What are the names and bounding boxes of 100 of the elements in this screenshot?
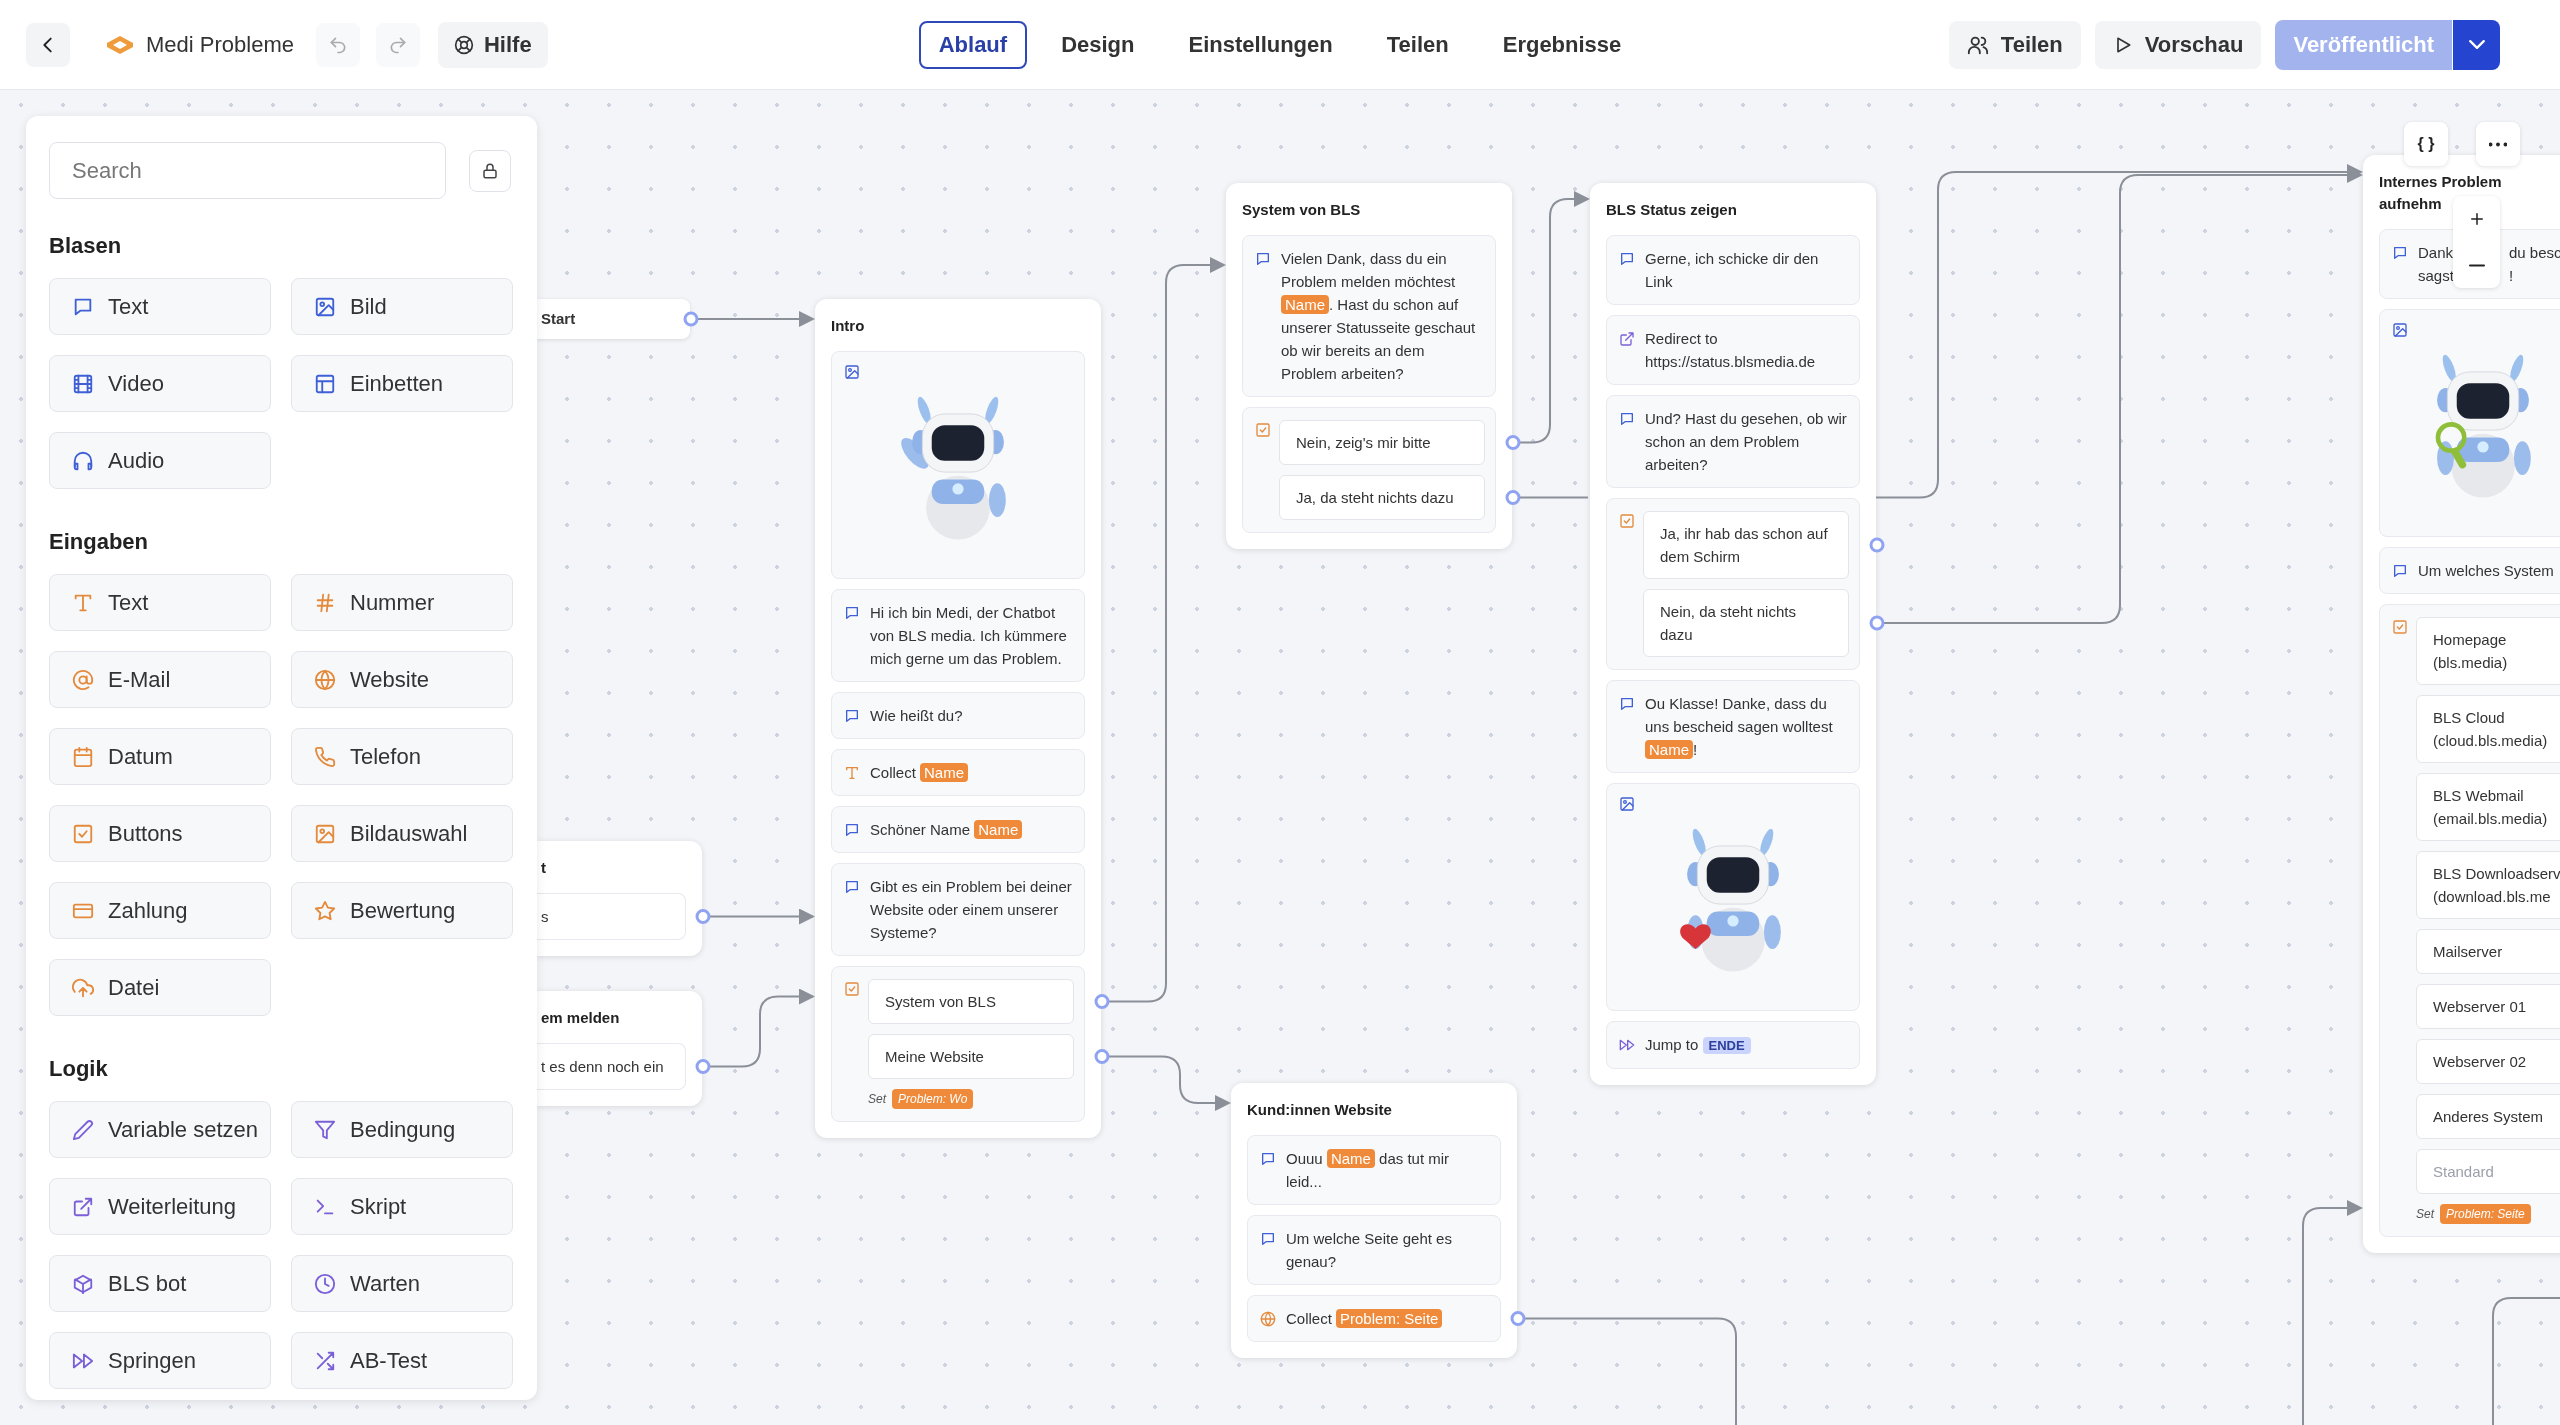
block-item[interactable]: Warten (291, 1255, 513, 1312)
message-block[interactable]: Um welche Seite geht es genau? (1247, 1215, 1501, 1285)
choice-item[interactable]: Ja, ihr hab das schon auf dem Schirm (1643, 511, 1849, 579)
choice-item[interactable]: Nein, zeig's mir bitte (1279, 420, 1485, 465)
message-block[interactable]: Gibt es ein Problem bei deiner Website oder einem unserer Systeme? (831, 863, 1085, 956)
message-block[interactable]: Gerne, ich schicke dir den Link (1606, 235, 1860, 305)
help-button[interactable]: Hilfe (437, 21, 548, 68)
block-item[interactable]: Bildauswahl (291, 805, 513, 862)
headphones-icon (72, 449, 94, 472)
block-item[interactable]: Telefon (291, 728, 513, 785)
message-block[interactable]: Vielen Dank, dass du ein Problem melden möchtest Name . Hast du schon auf unserer Statusseite geschaut ob wir bereits an dem Problem arbeiten? (1242, 235, 1496, 397)
choice-item[interactable]: BLS Downloadserv (download.bls.me (2416, 851, 2560, 919)
buttons-block[interactable]: Homepage (bls.media) BLS Cloud (cloud.bls.media) BLS Webmail (email.bls.media) BLS Downloadserv (download.bls.me Mailserver Webserver 01 Webserver 02 Anderes System Standard Set Problem: Seite (2379, 604, 2560, 1237)
image-block[interactable] (831, 351, 1085, 579)
variables-button[interactable]: { } (2404, 122, 2448, 166)
redo-button[interactable] (375, 22, 420, 67)
clock-icon (314, 1272, 336, 1295)
tab[interactable]: Ergebnisse (1482, 20, 1642, 69)
publish-menu-button[interactable] (2452, 19, 2500, 70)
chevron-down-icon (2468, 40, 2485, 49)
start-node[interactable]: Start (537, 299, 690, 339)
group-node[interactable]: Kund:innen Website Ouuu Name das tut mir leid... Um welche Seite geht es genau? Collect Problem: Seite (1231, 1083, 1517, 1358)
image-block[interactable] (2379, 309, 2560, 537)
block-item[interactable]: Skript (291, 1178, 513, 1235)
lock-button[interactable] (469, 149, 511, 192)
choice-item[interactable]: Meine Website (868, 1034, 1074, 1079)
message-block[interactable]: Hi ich bin Medi, der Chatbot von BLS media. Ich kümmere mich gerne um das Problem. (831, 589, 1085, 682)
message-block[interactable]: Ouuu Name das tut mir leid... (1247, 1135, 1501, 1205)
choice-item[interactable]: Nein, da steht nichts dazu (1643, 589, 1849, 657)
choice-item[interactable]: BLS Webmail (email.bls.media) (2416, 773, 2560, 841)
choice-item[interactable]: Webserver 02 (2416, 1039, 2560, 1084)
checkbox-icon (844, 981, 860, 997)
image-block[interactable] (1606, 783, 1860, 1011)
search-field[interactable]: Search (49, 142, 446, 199)
back-button[interactable] (26, 22, 70, 67)
text-block[interactable]: s (537, 893, 686, 940)
undo-icon (327, 34, 348, 55)
buttons-block[interactable]: System von BLS Meine Website Set Problem: Wo (831, 966, 1085, 1122)
group-node[interactable]: em melden t es denn noch ein (537, 991, 702, 1106)
choice-item[interactable]: BLS Cloud (cloud.bls.media) (2416, 695, 2560, 763)
message-block[interactable]: Wie heißt du? (831, 692, 1085, 739)
block-item[interactable]: BLS bot (49, 1255, 271, 1312)
more-button[interactable] (2476, 122, 2520, 166)
film-icon (72, 372, 94, 395)
choice-item[interactable]: Homepage (bls.media) (2416, 617, 2560, 685)
block-item[interactable]: Video (49, 355, 271, 412)
share-button[interactable]: Teilen (1948, 20, 2081, 69)
block-item[interactable]: Datei (49, 959, 271, 1016)
website-block[interactable]: Collect Problem: Seite (1247, 1295, 1501, 1342)
group-node[interactable] (815, 299, 1101, 1138)
block-item[interactable]: Weiterleitung (49, 1178, 271, 1235)
undo-button[interactable] (315, 22, 360, 67)
group-node[interactable] (2363, 155, 2560, 1253)
message-block[interactable]: Um welches System (2379, 547, 2560, 594)
section-heading: Eingaben (49, 528, 149, 556)
chat-bubble-icon (844, 708, 860, 724)
chat-bubble-icon (1255, 251, 1271, 267)
buttons-block[interactable]: Nein, zeig's mir bitte Ja, da steht nichts dazu (1242, 407, 1496, 533)
choice-item[interactable]: System von BLS (868, 979, 1074, 1024)
text-block[interactable]: t es denn noch ein (537, 1043, 686, 1090)
buttons-block[interactable]: Ja, ihr hab das schon auf dem Schirm Nein, da steht nichts dazu (1606, 498, 1860, 670)
block-item[interactable]: Datum (49, 728, 271, 785)
message-block[interactable]: Ou Klasse! Danke, dass du uns bescheid sagen wolltest Name ! (1606, 680, 1860, 773)
text-block[interactable]: Collect Name (831, 749, 1085, 796)
choice-item[interactable]: Webserver 01 (2416, 984, 2560, 1029)
block-item[interactable]: Springen (49, 1332, 271, 1389)
block-item[interactable]: Zahlung (49, 882, 271, 939)
block-item[interactable]: Bedingung (291, 1101, 513, 1158)
tab[interactable]: Design (1041, 20, 1155, 69)
group-node[interactable] (1226, 183, 1512, 549)
group-node[interactable]: t s (537, 841, 702, 956)
block-item[interactable]: Audio (49, 432, 271, 489)
message-block[interactable]: Und? Hast du gesehen, ob wir schon an dem Problem arbeiten? (1606, 395, 1860, 488)
block-item[interactable]: Einbetten (291, 355, 513, 412)
group-node[interactable] (1590, 183, 1876, 1085)
tab[interactable]: Teilen (1366, 20, 1469, 69)
block-item[interactable]: E-Mail (49, 651, 271, 708)
message-text: Schöner Name Name (870, 818, 1023, 841)
tab[interactable]: Ablauf (918, 20, 1028, 69)
jump-block[interactable]: Jump to ENDE (1606, 1021, 1860, 1069)
redirect-block[interactable]: Redirect to https://status.blsmedia.de (1606, 315, 1860, 385)
at-sign-icon (72, 668, 94, 691)
block-item[interactable]: Text (49, 278, 271, 335)
choice-item[interactable]: Mailserver (2416, 929, 2560, 974)
tab[interactable]: Einstellungen (1168, 20, 1353, 69)
shuffle-icon (314, 1349, 336, 1372)
preview-button[interactable]: Vorschau (2094, 20, 2262, 69)
block-item[interactable]: Variable setzen (49, 1101, 271, 1158)
block-item[interactable]: Nummer (291, 574, 513, 631)
upload-icon (72, 976, 94, 999)
message-block[interactable]: Schöner Name Name (831, 806, 1085, 853)
block-item[interactable]: AB-Test (291, 1332, 513, 1389)
globe-icon (1260, 1311, 1276, 1327)
block-item[interactable]: Text (49, 574, 271, 631)
choice-item[interactable]: Ja, da steht nichts dazu (1279, 475, 1485, 520)
block-item[interactable]: Bewertung (291, 882, 513, 939)
choice-item[interactable]: Anderes System (2416, 1094, 2560, 1139)
block-item[interactable]: Website (291, 651, 513, 708)
block-item[interactable]: Bild (291, 278, 513, 335)
block-item[interactable]: Buttons (49, 805, 271, 862)
